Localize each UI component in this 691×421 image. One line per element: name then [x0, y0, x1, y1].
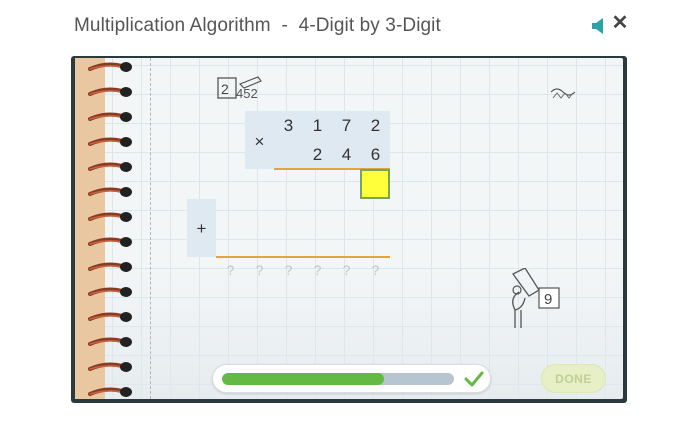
spiral-ring — [88, 237, 132, 247]
svg-text:452: 452 — [236, 86, 258, 101]
spiral-ring — [88, 362, 132, 372]
spiral-ring — [88, 112, 132, 122]
multiplicand-digit: 1 — [312, 115, 323, 135]
result-placeholder: ? — [284, 262, 293, 278]
svg-text:2: 2 — [221, 81, 229, 97]
multiplier-digit: 2 — [312, 144, 323, 164]
spiral-ring — [88, 187, 132, 197]
result-placeholder: ? — [255, 262, 264, 278]
result-placeholder: ? — [342, 262, 351, 278]
result-placeholder: ? — [371, 262, 380, 278]
place-value-sketch-icon: 2 452 — [217, 76, 262, 101]
margin-line — [150, 58, 151, 399]
sum-rule — [216, 256, 390, 258]
multiplier-digit: 6 — [370, 144, 381, 164]
multiplicand-digit: 7 — [341, 115, 352, 135]
spiral-ring — [88, 262, 132, 272]
spiral-ring — [88, 62, 132, 72]
plus-sign: + — [196, 218, 207, 238]
pencil-character-icon: 9 — [512, 268, 560, 328]
progress-fill — [222, 373, 385, 385]
multiplicand-digit: 2 — [370, 115, 381, 135]
progress-bar — [212, 364, 491, 393]
progress-track — [222, 373, 454, 385]
spiral-ring — [88, 137, 132, 147]
spiral-ring — [88, 312, 132, 322]
doodle-icon — [550, 88, 576, 99]
page-title: Multiplication Algorithm - 4-Digit by 3-… — [74, 15, 441, 36]
done-button[interactable]: DONE — [541, 364, 606, 393]
multiplicand-digit: 3 — [283, 115, 294, 135]
graph-paper — [75, 58, 623, 399]
times-sign: × — [254, 131, 265, 151]
check-icon[interactable] — [463, 369, 485, 389]
result-placeholder: ? — [313, 262, 322, 278]
svg-text:9: 9 — [544, 291, 552, 308]
spiral-ring — [88, 212, 132, 222]
spiral-ring — [88, 287, 132, 297]
close-icon[interactable]: ✕ — [611, 13, 629, 33]
app-window: Multiplication Algorithm - 4-Digit by 3-… — [0, 0, 691, 421]
spiral-ring — [88, 162, 132, 172]
spiral-ring — [88, 387, 132, 397]
spiral-ring — [88, 87, 132, 97]
answer-input[interactable] — [360, 169, 390, 199]
multiplier-digit: 4 — [341, 144, 352, 164]
spiral-ring — [88, 337, 132, 347]
speaker-icon[interactable] — [591, 17, 607, 35]
result-placeholder: ? — [226, 262, 235, 278]
